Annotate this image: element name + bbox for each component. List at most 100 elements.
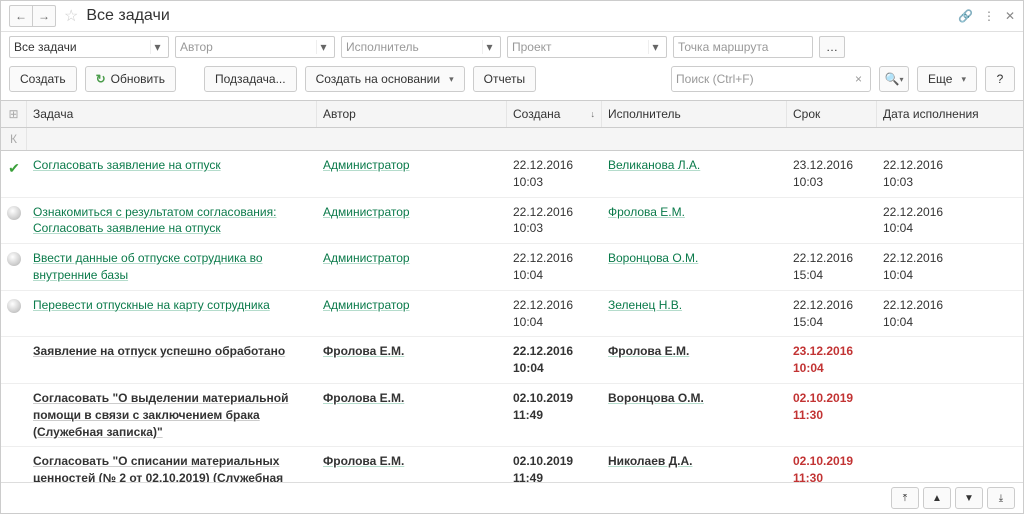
status-done-icon: ✔	[8, 159, 20, 179]
author-link[interactable]: Администратор	[323, 298, 410, 312]
clear-search-icon[interactable]: ×	[851, 72, 866, 86]
column-created[interactable]: Создана↓	[507, 101, 602, 127]
performer-cell: Воронцова О.М.	[602, 250, 787, 284]
exec-cell	[877, 390, 1023, 440]
task-link[interactable]: Перевести отпускные на карту сотрудника	[33, 298, 270, 312]
task-cell: Согласовать "О списании материальных цен…	[27, 453, 317, 482]
task-link[interactable]: Согласовать заявление на отпуск	[33, 158, 221, 172]
toolbar: Создать ↻ Обновить Подзадача... Создать …	[1, 62, 1023, 100]
exec-cell: 22.12.201610:04	[877, 204, 1023, 238]
table-row[interactable]: Ознакомиться с результатом согласования:…	[1, 198, 1023, 245]
status-pending-icon	[7, 299, 21, 313]
help-button[interactable]: ?	[985, 66, 1015, 92]
column-performer[interactable]: Исполнитель	[602, 101, 787, 127]
author-link[interactable]: Фролова Е.М.	[323, 344, 404, 358]
task-link[interactable]: Ввести данные об отпуске сотрудника во в…	[33, 251, 263, 282]
more-menu-icon[interactable]: ⋮	[983, 9, 995, 23]
project-filter[interactable]: Проект ▾	[507, 36, 667, 58]
status-cell	[1, 297, 27, 331]
created-cell: 22.12.201610:03	[507, 157, 602, 191]
subtask-button[interactable]: Подзадача...	[204, 66, 297, 92]
author-link[interactable]: Администратор	[323, 205, 410, 219]
performer-link[interactable]: Зеленец Н.В.	[608, 298, 682, 312]
due-cell: 02.10.201911:30	[787, 390, 877, 440]
scroll-down-button[interactable]: ▼	[955, 487, 983, 509]
created-cell: 22.12.201610:03	[507, 204, 602, 238]
table-row[interactable]: Согласовать "О выделении материальной по…	[1, 384, 1023, 447]
column-status-icon[interactable]: ⊞	[1, 101, 27, 127]
created-cell: 02.10.201911:49	[507, 453, 602, 482]
status-cell	[1, 204, 27, 238]
reports-button[interactable]: Отчеты	[473, 66, 536, 92]
page-title: Все задачи	[86, 7, 954, 25]
chevron-down-icon: ▾	[648, 40, 662, 54]
task-cell: Согласовать заявление на отпуск	[27, 157, 317, 191]
created-cell: 02.10.201911:49	[507, 390, 602, 440]
chevron-down-icon: ▾	[482, 40, 496, 54]
column-author[interactable]: Автор	[317, 101, 507, 127]
performer-filter[interactable]: Исполнитель ▾	[341, 36, 501, 58]
search-button[interactable]: 🔍▾	[879, 66, 909, 92]
author-cell: Фролова Е.М.	[317, 390, 507, 440]
author-link[interactable]: Фролова Е.М.	[323, 391, 404, 405]
scroll-up-button[interactable]: ▲	[923, 487, 951, 509]
exec-cell	[877, 453, 1023, 482]
column-k[interactable]: К	[1, 128, 27, 150]
author-filter[interactable]: Автор ▾	[175, 36, 335, 58]
task-link[interactable]: Заявление на отпуск успешно обработано	[33, 344, 285, 358]
task-link[interactable]: Ознакомиться с результатом согласования:…	[33, 205, 276, 236]
column-task[interactable]: Задача	[27, 101, 317, 127]
created-cell: 22.12.201610:04	[507, 250, 602, 284]
task-link[interactable]: Согласовать "О выделении материальной по…	[33, 391, 289, 439]
favorite-icon[interactable]: ☆	[64, 6, 78, 26]
performer-link[interactable]: Фролова Е.М.	[608, 344, 689, 358]
task-cell: Согласовать "О выделении материальной по…	[27, 390, 317, 440]
more-button[interactable]: Еще	[917, 66, 977, 92]
table-row[interactable]: Ввести данные об отпуске сотрудника во в…	[1, 244, 1023, 291]
filters-bar: Все задачи ▾ Автор ▾ Исполнитель ▾ Проек…	[1, 32, 1023, 62]
link-icon[interactable]: 🔗	[958, 9, 973, 23]
scope-select[interactable]: Все задачи ▾	[9, 36, 169, 58]
route-filter[interactable]: Точка маршрута	[673, 36, 813, 58]
author-cell: Администратор	[317, 157, 507, 191]
chevron-down-icon: ▾	[150, 40, 164, 54]
magnifier-icon: 🔍	[885, 72, 900, 86]
task-cell: Заявление на отпуск успешно обработано	[27, 343, 317, 377]
table-row[interactable]: Перевести отпускные на карту сотрудника А…	[1, 291, 1023, 338]
performer-cell: Зеленец Н.В.	[602, 297, 787, 331]
author-cell: Фролова Е.М.	[317, 453, 507, 482]
table-row[interactable]: ✔ Согласовать заявление на отпуск Админист…	[1, 151, 1023, 198]
performer-link[interactable]: Воронцова О.М.	[608, 391, 704, 405]
status-pending-icon	[7, 252, 21, 266]
chevron-down-icon: ▾	[316, 40, 330, 54]
refresh-button[interactable]: ↻ Обновить	[85, 66, 176, 92]
close-icon[interactable]: ✕	[1005, 9, 1015, 23]
performer-link[interactable]: Фролова Е.М.	[608, 205, 685, 219]
table-row[interactable]: Согласовать "О списании материальных цен…	[1, 447, 1023, 482]
column-exec-date[interactable]: Дата исполнения	[877, 101, 1023, 127]
forward-button[interactable]: →	[32, 5, 56, 27]
scroll-bottom-button[interactable]: ⤓	[987, 487, 1015, 509]
search-input[interactable]: Поиск (Ctrl+F) ×	[671, 66, 871, 92]
due-cell: 23.12.201610:03	[787, 157, 877, 191]
table-header: ⊞ Задача Автор Создана↓ Исполнитель Срок…	[1, 100, 1023, 128]
create-based-button[interactable]: Создать на основании	[305, 66, 465, 92]
scroll-top-button[interactable]: ⤒	[891, 487, 919, 509]
app-window: ← → ☆ Все задачи 🔗 ⋮ ✕ Все задачи ▾ Авто…	[0, 0, 1024, 514]
author-link[interactable]: Администратор	[323, 251, 410, 265]
create-button[interactable]: Создать	[9, 66, 77, 92]
performer-link[interactable]: Николаев Д.А.	[608, 454, 693, 468]
performer-link[interactable]: Воронцова О.М.	[608, 251, 698, 265]
back-button[interactable]: ←	[9, 5, 33, 27]
table-row[interactable]: Заявление на отпуск успешно обработано Фр…	[1, 337, 1023, 384]
task-link[interactable]: Согласовать "О списании материальных цен…	[33, 454, 283, 482]
author-link[interactable]: Фролова Е.М.	[323, 454, 404, 468]
performer-cell: Великанова Л.А.	[602, 157, 787, 191]
column-due[interactable]: Срок	[787, 101, 877, 127]
performer-link[interactable]: Великанова Л.А.	[608, 158, 700, 172]
author-link[interactable]: Администратор	[323, 158, 410, 172]
titlebar: ← → ☆ Все задачи 🔗 ⋮ ✕	[1, 1, 1023, 32]
route-picker-button[interactable]: …	[819, 36, 845, 58]
author-cell: Администратор	[317, 250, 507, 284]
status-cell: ✔	[1, 157, 27, 191]
